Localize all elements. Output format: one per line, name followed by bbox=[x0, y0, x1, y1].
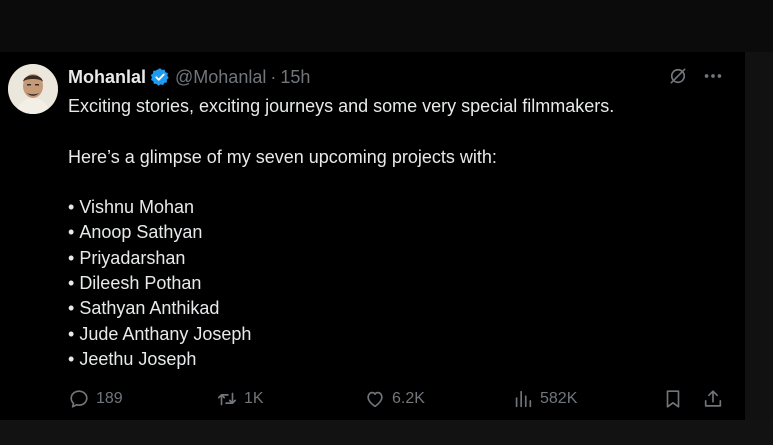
share-button[interactable] bbox=[702, 387, 730, 411]
director-list: Vishnu Mohan Anoop Sathyan Priyadarshan … bbox=[68, 195, 728, 372]
top-bar bbox=[0, 0, 773, 52]
avatar[interactable] bbox=[8, 64, 58, 114]
reply-button[interactable]: 189 bbox=[68, 387, 123, 411]
bookmark-icon bbox=[666, 390, 680, 408]
right-edge bbox=[745, 52, 773, 420]
list-item: Vishnu Mohan bbox=[68, 195, 728, 220]
list-item: Anoop Sathyan bbox=[68, 220, 728, 245]
views-count: 582K bbox=[540, 390, 578, 407]
tweet-text: Exciting stories, exciting journeys and … bbox=[68, 94, 728, 372]
more-icon[interactable] bbox=[702, 66, 724, 91]
tweet-header: Mohanlal @Mohanlal · 15h bbox=[68, 66, 310, 88]
list-item: Sathyan Anthikad bbox=[68, 296, 728, 321]
tweet-line-projects: Here’s a glimpse of my seven upcoming pr… bbox=[68, 146, 497, 167]
tweet-action-bar: 189 1K 6.2K 582K bbox=[68, 387, 726, 411]
header-separator: · bbox=[270, 66, 277, 87]
bottom-bar bbox=[0, 420, 773, 445]
views-button[interactable]: 582K bbox=[512, 387, 577, 411]
verified-badge-icon bbox=[150, 67, 170, 87]
bookmark-button[interactable] bbox=[662, 387, 690, 411]
list-item: Priyadarshan bbox=[68, 246, 728, 271]
timestamp[interactable]: 15h bbox=[280, 67, 310, 88]
list-item: Jeethu Joseph bbox=[68, 347, 728, 372]
views-icon bbox=[515, 390, 532, 408]
like-button[interactable]: 6.2K bbox=[364, 387, 425, 411]
author-name[interactable]: Mohanlal bbox=[68, 67, 146, 88]
heart-icon bbox=[367, 391, 383, 408]
list-item: Dileesh Pothan bbox=[68, 271, 728, 296]
tweet-line-intro: Exciting stories, exciting journeys and … bbox=[68, 96, 615, 116]
reply-icon bbox=[70, 390, 88, 408]
list-item: Jude Anthany Joseph bbox=[68, 322, 728, 347]
repost-count: 1K bbox=[244, 390, 264, 407]
repost-button[interactable]: 1K bbox=[216, 387, 264, 411]
like-count: 6.2K bbox=[392, 390, 425, 407]
screenshot-frame: Mohanlal @Mohanlal · 15h Exciting storie… bbox=[0, 0, 773, 445]
reply-count: 189 bbox=[96, 390, 123, 407]
repost-icon bbox=[217, 392, 237, 406]
author-handle[interactable]: @Mohanlal bbox=[175, 67, 266, 88]
grok-icon[interactable] bbox=[668, 66, 688, 91]
share-icon bbox=[704, 390, 722, 407]
tweet-header-actions bbox=[668, 66, 724, 91]
